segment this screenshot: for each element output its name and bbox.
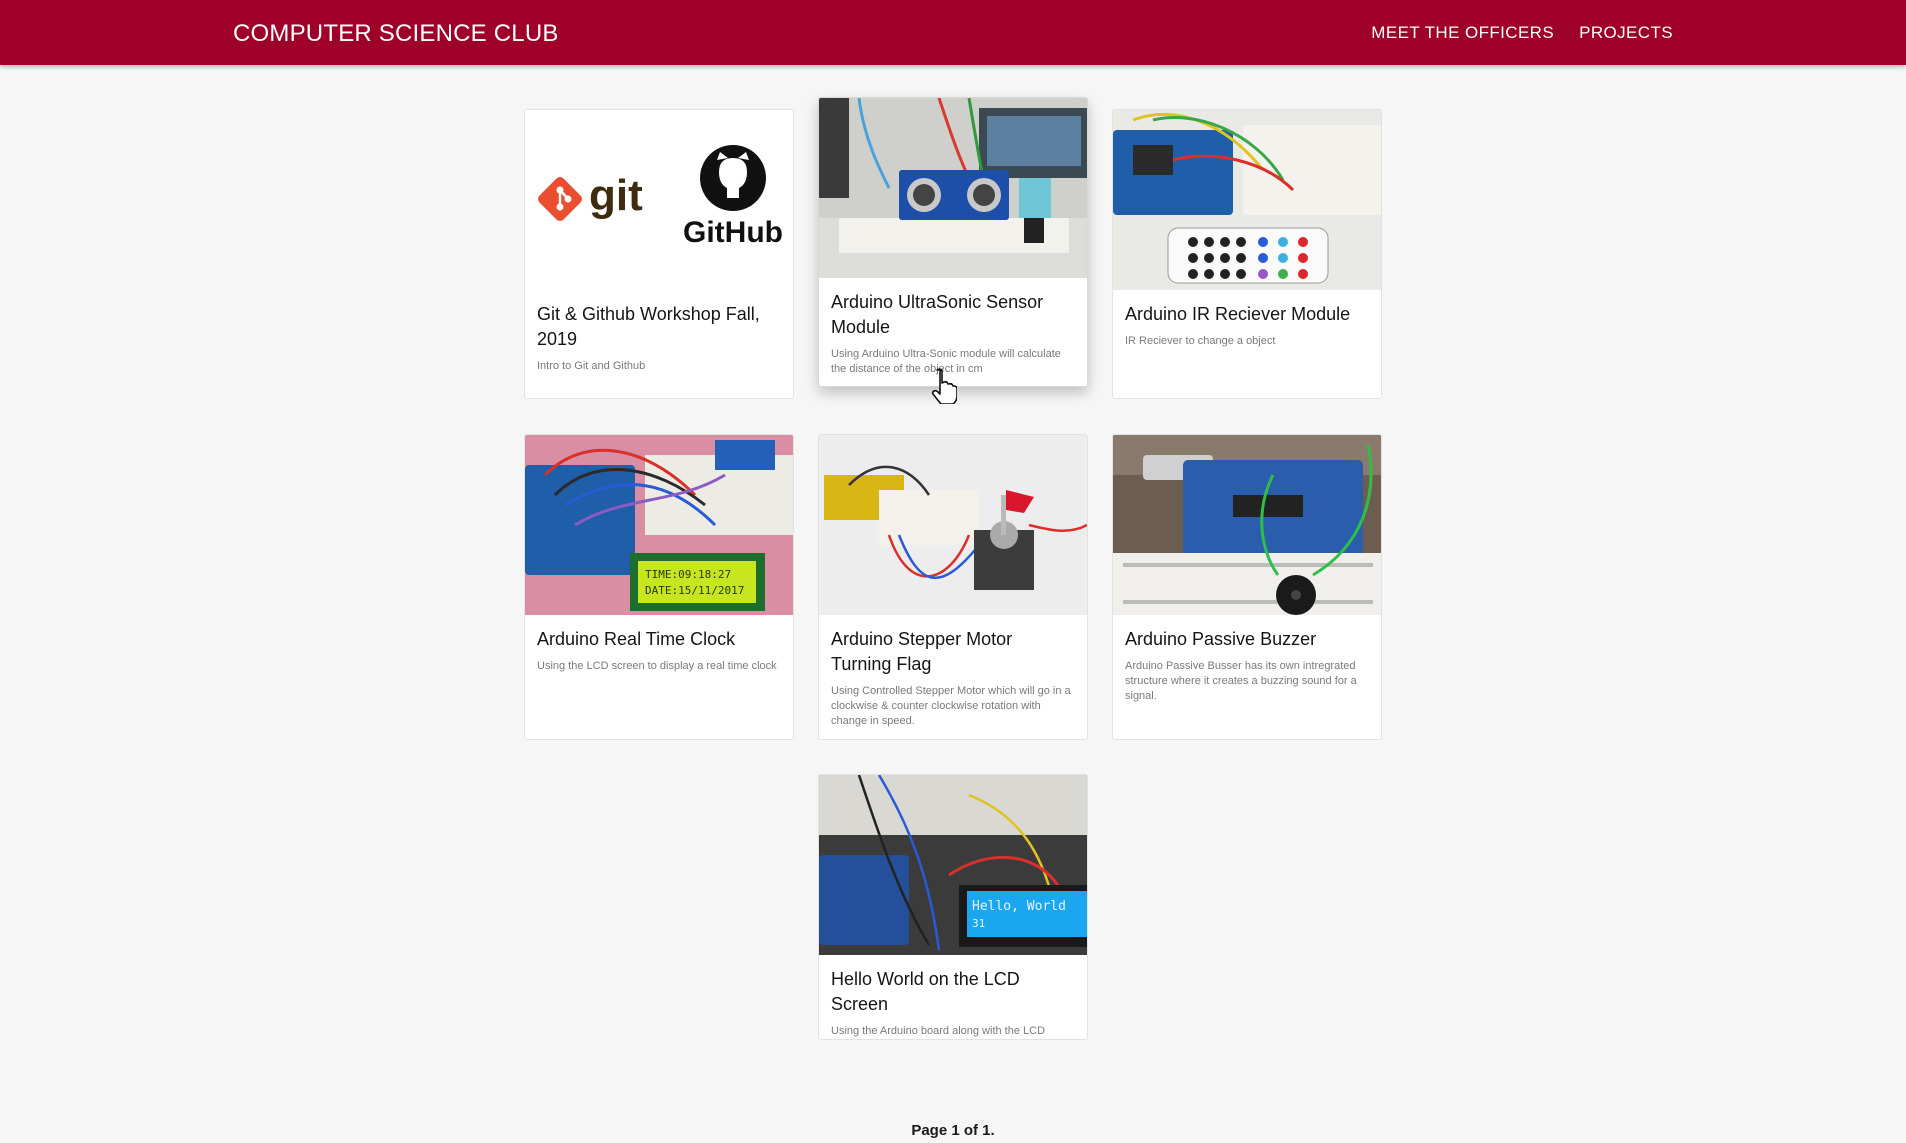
project-description: Intro to Git and Github <box>537 360 646 372</box>
lcd-line-number: 31 <box>972 917 985 930</box>
project-card[interactable]: Arduino UltraSonic Sensor Module Using A… <box>818 97 1088 387</box>
project-card[interactable]: TIME:09:18:27 DATE:15/11/2017 Arduino Re… <box>524 434 794 740</box>
project-image-hello-world-lcd: Hello, World 31 <box>819 775 1087 955</box>
project-description: Using Controlled Stepper Motor which wil… <box>831 685 1071 727</box>
project-title: Hello World on the LCD Screen <box>831 969 1020 1014</box>
lcd-line-hello: Hello, World <box>972 899 1066 914</box>
project-image-stepper-motor <box>819 435 1087 615</box>
project-image-git-github: git GitHub <box>525 110 793 290</box>
lcd-line-date: DATE:15/11/2017 <box>645 584 744 597</box>
lcd-line-time: TIME:09:18:27 <box>645 568 731 581</box>
project-title: Arduino UltraSonic Sensor Module <box>831 292 1044 337</box>
project-title: Arduino Real Time Clock <box>537 629 736 649</box>
project-image-ultrasonic <box>819 98 1087 278</box>
project-card[interactable]: Arduino IR Reciever Module IR Reciever t… <box>1112 109 1382 399</box>
project-image-passive-buzzer <box>1113 435 1381 615</box>
pagination-label: Page 1 of 1. <box>911 1122 995 1139</box>
github-logo-icon <box>700 145 766 211</box>
project-title: Arduino Passive Buzzer <box>1125 629 1317 649</box>
project-description: IR Reciever to change a object <box>1125 335 1276 347</box>
nav-link-projects[interactable]: PROJECTS <box>1579 23 1673 43</box>
project-description: Using the LCD screen to display a real t… <box>537 660 777 672</box>
nav-link-meet-the-officers[interactable]: MEET THE OFFICERS <box>1371 23 1554 43</box>
project-card[interactable]: git GitHub Git & Github Workshop Fall, 2… <box>524 109 794 399</box>
git-logo-text: git <box>589 171 643 220</box>
project-description: Using the Arduino board along with the L… <box>831 1025 1046 1037</box>
project-description: Arduino Passive Busser has its own intre… <box>1125 660 1357 702</box>
project-card[interactable]: Arduino Passive Buzzer Arduino Passive B… <box>1112 434 1382 740</box>
project-image-real-time-clock: TIME:09:18:27 DATE:15/11/2017 <box>525 435 793 615</box>
project-title: Arduino Stepper Motor Turning Flag <box>831 629 1013 674</box>
project-description: Using Arduino Ultra-Sonic module will ca… <box>831 348 1061 375</box>
project-card[interactable]: Hello, World 31 Hello World on the LCD S… <box>818 774 1088 1040</box>
project-card[interactable]: Arduino Stepper Motor Turning Flag Using… <box>818 434 1088 740</box>
nav-links: MEET THE OFFICERS PROJECTS <box>1371 23 1673 43</box>
top-navbar: COMPUTER SCIENCE CLUB MEET THE OFFICERS … <box>0 0 1906 65</box>
project-title: Git & Github Workshop Fall, 2019 <box>537 304 760 349</box>
project-title: Arduino IR Reciever Module <box>1125 304 1351 324</box>
project-image-ir-reciever <box>1113 110 1381 290</box>
site-brand-link[interactable]: COMPUTER SCIENCE CLUB <box>233 20 559 48</box>
github-logo-text: GitHub <box>683 216 783 249</box>
